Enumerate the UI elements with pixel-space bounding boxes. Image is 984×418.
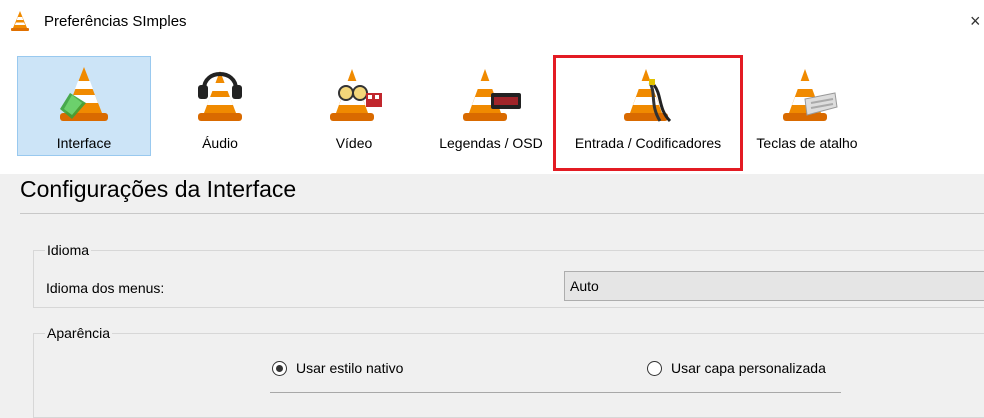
tab-video[interactable]: Vídeo — [294, 56, 414, 156]
page-title: Configurações da Interface — [20, 176, 297, 202]
appearance-group: Aparência Usar estilo nativo Usar capa p… — [33, 325, 984, 418]
native-style-radio[interactable]: Usar estilo nativo — [272, 360, 403, 376]
tab-audio[interactable]: Áudio — [160, 56, 280, 156]
language-group: Idioma Idioma dos menus: Auto — [33, 242, 984, 308]
appearance-group-legend: Aparência — [45, 325, 113, 341]
vlc-cone-cables-icon — [624, 69, 672, 123]
native-style-label: Usar estilo nativo — [296, 360, 404, 376]
tab-interface[interactable]: Interface — [17, 56, 151, 156]
tab-audio-label: Áudio — [202, 135, 238, 151]
vlc-cone-keyboard-icon — [783, 69, 838, 121]
tab-hotkeys[interactable]: Teclas de atalho — [744, 56, 870, 156]
close-button[interactable]: × — [970, 10, 984, 32]
divider — [20, 213, 984, 214]
radio-selected-indicator — [272, 360, 287, 376]
tab-input-codecs-label: Entrada / Codificadores — [574, 135, 722, 151]
vlc-cone-interface-icon — [60, 67, 108, 121]
vlc-cone-subtitles-icon — [463, 69, 521, 121]
tab-subtitles-osd[interactable]: Legendas / OSD — [428, 56, 554, 156]
vlc-cone-glasses-icon — [330, 69, 382, 121]
custom-skin-radio[interactable]: Usar capa personalizada — [647, 360, 826, 376]
tab-hotkeys-label: Teclas de atalho — [756, 135, 858, 151]
category-toolbar: Interface Áudio Vídeo Legendas / OSD Ent… — [0, 44, 984, 174]
radio-underline — [270, 392, 841, 393]
window-title: Preferências SImples — [44, 13, 187, 30]
menu-language-label: Idioma dos menus: — [46, 280, 165, 296]
language-group-legend: Idioma — [45, 242, 92, 258]
tab-subtitles-osd-label: Legendas / OSD — [439, 135, 543, 151]
tab-input-codecs[interactable]: Entrada / Codificadores — [560, 56, 736, 156]
radio-unselected-indicator — [647, 360, 662, 376]
vlc-cone-icon — [11, 11, 29, 31]
tab-interface-label: Interface — [56, 135, 112, 151]
vlc-cone-headphones-icon — [198, 71, 242, 121]
tab-video-label: Vídeo — [335, 135, 373, 151]
custom-skin-label: Usar capa personalizada — [671, 360, 826, 376]
menu-language-select[interactable]: Auto — [564, 271, 984, 301]
title-bar: Preferências SImples × — [0, 0, 984, 44]
